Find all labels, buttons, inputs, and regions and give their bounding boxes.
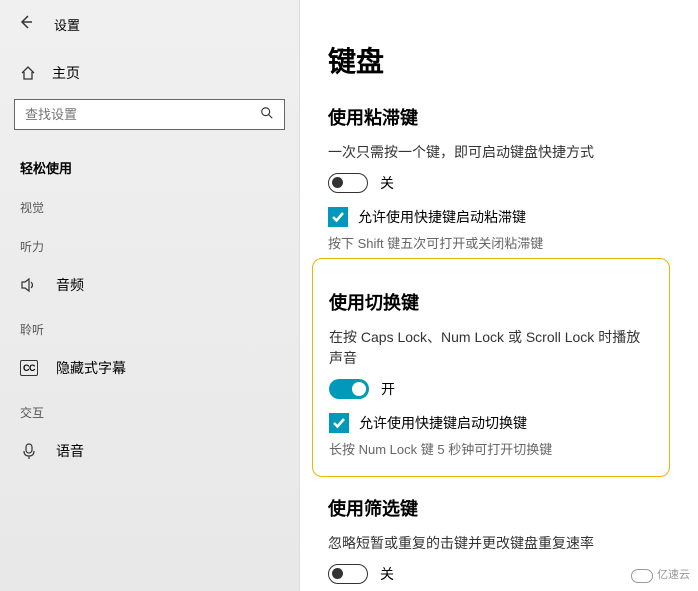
nav-captions-label: 隐藏式字幕 bbox=[56, 358, 126, 378]
group-vision: 视觉 bbox=[0, 185, 299, 224]
toggle-keys-hint: 长按 Num Lock 键 5 秒钟可打开切换键 bbox=[329, 439, 653, 458]
category-current: 轻松使用 bbox=[0, 144, 299, 185]
sticky-toggle-row: 关 bbox=[328, 173, 670, 193]
filter-toggle-row: 关 bbox=[328, 564, 670, 584]
watermark-text: 亿速云 bbox=[657, 566, 690, 582]
sticky-hint: 按下 Shift 键五次可打开或关闭粘滞键 bbox=[328, 233, 670, 252]
toggle-keys-checkbox[interactable] bbox=[329, 413, 349, 433]
nav-audio-label: 音频 bbox=[56, 275, 84, 295]
group-interact: 交互 bbox=[0, 390, 299, 429]
toggle-keys-highlight: 使用切换键 在按 Caps Lock、Num Lock 或 Scroll Loc… bbox=[312, 258, 670, 477]
toggle-keys-toggle-row: 开 bbox=[329, 379, 653, 399]
group-hearing: 听力 bbox=[0, 224, 299, 263]
check-icon bbox=[331, 210, 345, 224]
sticky-checkbox-label: 允许使用快捷键启动粘滞键 bbox=[358, 207, 526, 227]
section-toggle-title: 使用切换键 bbox=[329, 289, 653, 315]
nav-home-label: 主页 bbox=[52, 63, 80, 83]
toggle-keys-toggle[interactable] bbox=[329, 379, 369, 399]
mic-icon bbox=[20, 443, 38, 459]
nav-captions[interactable]: CC 隐藏式字幕 bbox=[0, 346, 299, 390]
cc-icon: CC bbox=[20, 360, 38, 376]
window-title: 设置 bbox=[54, 15, 80, 34]
back-arrow-icon bbox=[18, 14, 34, 30]
titlebar: 设置 bbox=[0, 14, 299, 53]
page-title: 键盘 bbox=[328, 40, 670, 80]
sticky-toggle[interactable] bbox=[328, 173, 368, 193]
section-filter-title: 使用筛选键 bbox=[328, 495, 670, 521]
search-input[interactable] bbox=[25, 107, 260, 122]
search-box[interactable] bbox=[14, 99, 285, 130]
search-icon bbox=[260, 106, 274, 123]
toggle-keys-checkbox-row: 允许使用快捷键启动切换键 bbox=[329, 413, 653, 433]
sidebar: 设置 主页 轻松使用 视觉 听力 音频 聆听 CC 隐藏式字幕 交互 语音 bbox=[0, 0, 300, 591]
nav-speech-label: 语音 bbox=[56, 441, 84, 461]
sticky-checkbox[interactable] bbox=[328, 207, 348, 227]
group-listen: 聆听 bbox=[0, 307, 299, 346]
nav-home[interactable]: 主页 bbox=[0, 53, 299, 93]
cloud-icon bbox=[631, 565, 653, 583]
back-button[interactable] bbox=[18, 14, 34, 35]
section-filter-desc: 忽略短暂或重复的击键并更改键盘重复速率 bbox=[328, 533, 670, 554]
main-content: 键盘 使用粘滞键 一次只需按一个键，即可启动键盘快捷方式 关 允许使用快捷键启动… bbox=[300, 0, 698, 591]
section-sticky-desc: 一次只需按一个键，即可启动键盘快捷方式 bbox=[328, 142, 670, 163]
sticky-checkbox-row: 允许使用快捷键启动粘滞键 bbox=[328, 207, 670, 227]
nav-speech[interactable]: 语音 bbox=[0, 429, 299, 473]
home-icon bbox=[20, 65, 36, 81]
check-icon bbox=[332, 416, 346, 430]
sticky-toggle-label: 关 bbox=[380, 173, 394, 193]
nav-audio[interactable]: 音频 bbox=[0, 263, 299, 307]
section-toggle-desc: 在按 Caps Lock、Num Lock 或 Scroll Lock 时播放声… bbox=[329, 327, 653, 369]
watermark: 亿速云 bbox=[631, 565, 690, 583]
section-sticky-title: 使用粘滞键 bbox=[328, 104, 670, 130]
filter-toggle-label: 关 bbox=[380, 564, 394, 584]
speaker-icon bbox=[20, 277, 38, 293]
filter-toggle[interactable] bbox=[328, 564, 368, 584]
toggle-keys-toggle-label: 开 bbox=[381, 379, 395, 399]
toggle-keys-checkbox-label: 允许使用快捷键启动切换键 bbox=[359, 413, 527, 433]
